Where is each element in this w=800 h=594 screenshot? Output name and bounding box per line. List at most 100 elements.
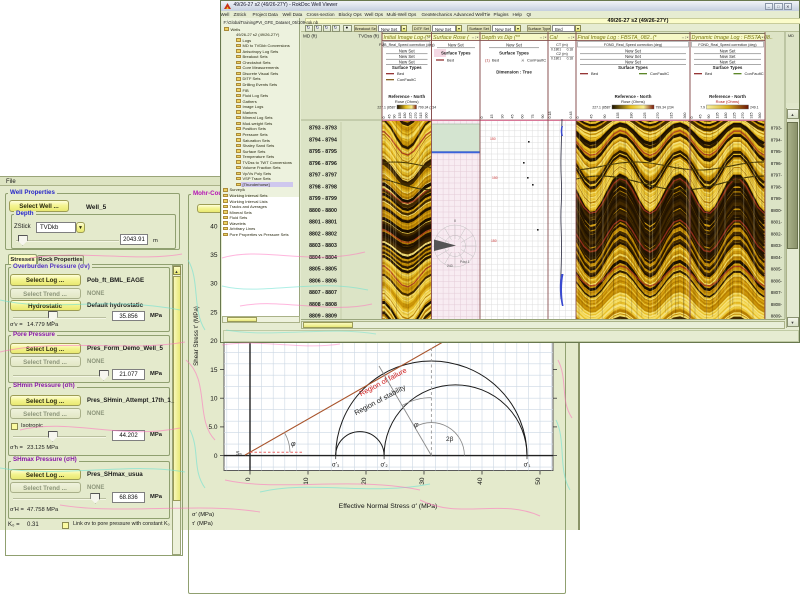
svg-text:σ' (MPa): σ' (MPa): [192, 512, 214, 518]
svg-text:90: 90: [707, 115, 711, 119]
svg-text:5.0: 5.0: [208, 424, 217, 431]
svg-text:315: 315: [670, 113, 674, 119]
svg-text:25: 25: [210, 309, 218, 316]
svg-text:8793-: 8793-: [771, 126, 783, 131]
svg-text:135: 135: [716, 113, 720, 119]
svg-text:FMB_Real_Speed correction (deg: FMB_Real_Speed correction (deg): [379, 43, 435, 47]
svg-text:0.48: 0.48: [569, 112, 573, 119]
svg-text:φ: φ: [291, 441, 296, 448]
svg-text:MD (ft): MD (ft): [303, 34, 318, 39]
svg-text:30: 30: [419, 477, 426, 485]
svg-text:8803-: 8803-: [771, 243, 783, 248]
svg-text:8806-: 8806-: [771, 278, 783, 283]
svg-text:0.1801: 0.1801: [551, 57, 561, 61]
svg-text:270: 270: [414, 113, 418, 119]
svg-text:150: 150: [492, 176, 498, 180]
svg-text:8795 - 8795: 8795 - 8795: [309, 149, 337, 155]
svg-text:σ'₃: σ'₃: [332, 463, 340, 469]
svg-text:8807 - 8807: 8807 - 8807: [309, 290, 337, 296]
svg-text:Rose (Ohms): Rose (Ohms): [621, 99, 645, 104]
svg-text:0: 0: [454, 219, 456, 223]
svg-text:Effective Normal Stress σ' (MP: Effective Normal Stress σ' (MPa): [339, 503, 438, 510]
svg-text:0: 0: [576, 117, 580, 119]
svg-text:8794-: 8794-: [771, 137, 783, 142]
svg-text:15: 15: [490, 115, 494, 119]
svg-text:8794 - 8794: 8794 - 8794: [309, 137, 337, 143]
svg-text:Bed: Bed: [591, 71, 598, 76]
svg-text:8796 - 8796: 8796 - 8796: [309, 161, 337, 167]
svg-text:8804-: 8804-: [771, 255, 783, 260]
svg-text:20: 20: [210, 338, 218, 345]
svg-text:New Set: New Set: [399, 49, 416, 54]
svg-text:8799 - 8799: 8799 - 8799: [309, 196, 337, 202]
svg-text:New Set: New Set: [399, 59, 416, 64]
svg-text:↔↕×: ↔↕×: [756, 36, 763, 40]
svg-text:FOND_Real_Speed correction (de: FOND_Real_Speed correction (deg): [698, 43, 756, 47]
svg-text:8805-: 8805-: [771, 267, 783, 272]
svg-text:New Set: New Set: [399, 54, 416, 59]
svg-text:Bed: Bed: [397, 71, 404, 76]
svg-text:150: 150: [491, 239, 497, 243]
svg-text:Depth vs Dip (**: Depth vs Dip (**: [482, 35, 521, 41]
svg-text:10: 10: [210, 396, 218, 403]
svg-text:270: 270: [656, 113, 660, 119]
svg-text:8808 - 8808: 8808 - 8808: [309, 302, 337, 308]
svg-text:0: 0: [382, 117, 386, 119]
svg-text:8799-: 8799-: [771, 196, 783, 201]
svg-text:180: 180: [724, 113, 728, 119]
svg-text:0: 0: [480, 117, 484, 119]
svg-text:40: 40: [210, 223, 218, 230]
svg-text:360: 360: [425, 113, 429, 119]
svg-text:8796-: 8796-: [771, 161, 783, 166]
svg-text:0: 0: [690, 117, 694, 119]
svg-text:8797 - 8797: 8797 - 8797: [309, 173, 337, 179]
svg-text:20: 20: [361, 477, 368, 485]
svg-text:↔↕×: ↔↕×: [471, 36, 478, 40]
svg-text:8802 - 8802: 8802 - 8802: [309, 231, 337, 237]
svg-text:0.1801: 0.1801: [551, 48, 561, 52]
svg-text:8795-: 8795-: [771, 149, 783, 154]
svg-text:8798 - 8798: 8798 - 8798: [309, 184, 337, 190]
svg-text:Rose (Ohms): Rose (Ohms): [395, 99, 419, 104]
svg-text:New Set: New Set: [625, 54, 642, 59]
svg-text:8800 - 8800: 8800 - 8800: [309, 208, 337, 214]
svg-text:8802-: 8802-: [771, 231, 783, 236]
svg-text:360: 360: [758, 113, 762, 119]
svg-text:45: 45: [387, 115, 391, 119]
svg-text:8797-: 8797-: [771, 173, 783, 178]
svg-text:30: 30: [500, 115, 504, 119]
svg-text:↔↕×: ↔↕×: [681, 36, 688, 40]
svg-text:8806 - 8806: 8806 - 8806: [309, 278, 337, 284]
svg-text:240: 240: [447, 264, 453, 268]
svg-text:Surface Types: Surface Types: [392, 65, 422, 70]
svg-text:Bed: Bed: [447, 58, 454, 63]
svg-text:CT (m): CT (m): [556, 43, 568, 47]
svg-text:8803 - 8803: 8803 - 8803: [309, 243, 337, 249]
svg-text:90: 90: [393, 115, 397, 119]
svg-text:180: 180: [630, 113, 634, 119]
svg-text:τ' (MPa): τ' (MPa): [192, 521, 213, 527]
svg-text:8807-: 8807-: [771, 290, 783, 295]
svg-text:7.9: 7.9: [700, 106, 705, 110]
svg-text:8801-: 8801-: [771, 220, 783, 225]
svg-text:Dimension : True: Dimension : True: [496, 70, 532, 75]
svg-text:8798-: 8798-: [771, 184, 783, 189]
svg-text:360: 360: [683, 113, 687, 119]
svg-text:60: 60: [521, 115, 525, 119]
svg-text:New Set: New Set: [625, 59, 642, 64]
svg-text:↔↕×: ↔↕×: [567, 36, 574, 40]
svg-text:2β: 2β: [446, 436, 454, 443]
svg-text:249.1: 249.1: [750, 106, 759, 110]
svg-text:35: 35: [210, 252, 218, 259]
svg-text:Rose (Ohms): Rose (Ohms): [716, 99, 740, 104]
svg-text:Bed: Bed: [492, 58, 499, 63]
svg-text:Surface Types: Surface Types: [499, 51, 529, 56]
svg-text:315: 315: [750, 113, 754, 119]
svg-text:15: 15: [210, 367, 218, 374]
svg-text:FOND_Real_Speed correction (de: FOND_Real_Speed correction (deg): [604, 43, 662, 47]
svg-text:225: 225: [409, 113, 413, 119]
svg-text:New Set: New Set: [720, 59, 737, 64]
svg-text:227.1 (8587: 227.1 (8587: [592, 106, 610, 110]
svg-text:0: 0: [214, 453, 218, 460]
svg-text:225: 225: [643, 113, 647, 119]
